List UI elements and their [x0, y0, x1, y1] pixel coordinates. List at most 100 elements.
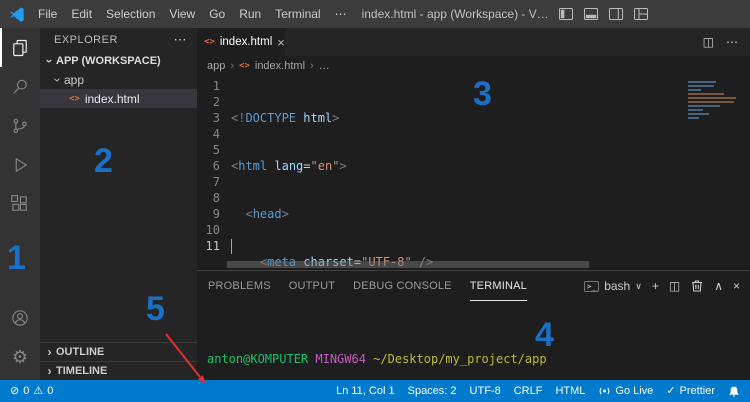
- toggle-sidebar-icon[interactable]: [559, 8, 573, 20]
- menu-go[interactable]: Go: [202, 7, 232, 21]
- chevron-down-icon: ∨: [635, 281, 642, 292]
- chevron-right-icon: ›: [43, 345, 56, 359]
- vscode-window: File Edit Selection View Go Run Terminal…: [0, 0, 750, 402]
- activity-bar: ⚙: [0, 28, 40, 380]
- line-number-gutter[interactable]: 1234567891011: [197, 76, 227, 270]
- tab-close-icon[interactable]: ×: [277, 36, 285, 49]
- menu-selection[interactable]: Selection: [99, 7, 162, 21]
- explorer-actions-more-icon[interactable]: ⋯: [174, 32, 188, 48]
- source-control-icon: [10, 116, 30, 136]
- go-live-label: Go Live: [615, 385, 653, 397]
- extensions-icon: [10, 194, 30, 214]
- code-line[interactable]: <html lang="en">: [231, 158, 750, 174]
- panel-tab-debug-console[interactable]: DEBUG CONSOLE: [353, 271, 452, 301]
- chevron-right-icon: ›: [310, 60, 314, 72]
- new-terminal-icon[interactable]: +: [652, 279, 659, 293]
- timeline-section[interactable]: › TIMELINE: [40, 361, 197, 380]
- explorer-header: EXPLORER ⋯: [40, 28, 197, 51]
- title-bar: File Edit Selection View Go Run Terminal…: [0, 0, 750, 28]
- menu-edit[interactable]: Edit: [64, 7, 99, 21]
- activity-bar-bottom: ⚙: [0, 298, 40, 380]
- panel-tab-terminal[interactable]: TERMINAL: [470, 271, 527, 301]
- workspace-label: APP (WORKSPACE): [56, 55, 161, 67]
- maximize-panel-icon[interactable]: ∧: [714, 279, 723, 293]
- cursor-position[interactable]: Ln 11, Col 1: [336, 385, 395, 397]
- notifications-bell-icon[interactable]: [728, 385, 740, 397]
- vscode-logo-icon: [9, 6, 25, 22]
- editor-more-actions-icon[interactable]: ⋯: [726, 35, 738, 49]
- bottom-panel: PROBLEMS OUTPUT DEBUG CONSOLE TERMINAL >…: [197, 270, 750, 380]
- error-count: 0: [23, 385, 29, 397]
- panel-tab-problems[interactable]: PROBLEMS: [208, 271, 271, 301]
- menu-view[interactable]: View: [162, 7, 202, 21]
- close-panel-icon[interactable]: ×: [733, 279, 740, 293]
- breadcrumb-more[interactable]: …: [319, 60, 330, 72]
- activity-extensions-button[interactable]: [0, 184, 40, 223]
- eol-setting[interactable]: CRLF: [514, 385, 543, 397]
- tab-label: index.html: [220, 36, 272, 48]
- outline-section[interactable]: › OUTLINE: [40, 342, 197, 361]
- customize-layout-icon[interactable]: [634, 8, 648, 20]
- tab-bar: <> index.html × ◫ ⋯: [197, 28, 750, 56]
- chevron-right-icon: ›: [230, 60, 234, 72]
- activity-source-control-button[interactable]: [0, 106, 40, 145]
- menu-terminal[interactable]: Terminal: [268, 7, 327, 21]
- activity-settings-button[interactable]: ⚙: [0, 337, 40, 376]
- text-cursor: [231, 239, 232, 254]
- menu-overflow-icon[interactable]: ⋯: [328, 7, 354, 21]
- editor-actions: ◫ ⋯: [703, 28, 750, 56]
- account-icon: [10, 308, 30, 328]
- folder-row-app[interactable]: › app: [40, 70, 197, 89]
- split-terminal-icon[interactable]: ◫: [669, 279, 680, 293]
- code-line[interactable]: <head>: [231, 206, 750, 222]
- shell-name: bash: [604, 279, 630, 293]
- terminal-line: anton@KOMPUTER MINGW64 ~/Desktop/my_proj…: [207, 350, 750, 368]
- code-line[interactable]: <!DOCTYPE html>: [231, 110, 750, 126]
- activity-account-button[interactable]: [0, 298, 40, 337]
- breadcrumb: app › <> index.html › …: [197, 56, 750, 76]
- activity-explorer-button[interactable]: [0, 28, 40, 67]
- toggle-secondary-sidebar-icon[interactable]: [609, 8, 623, 20]
- file-row-index-html[interactable]: <> index.html: [40, 89, 197, 108]
- formatter-prettier[interactable]: ✓ Prettier: [666, 385, 715, 397]
- panel-tab-output[interactable]: OUTPUT: [289, 271, 335, 301]
- error-icon: ⊘: [10, 386, 19, 397]
- breadcrumb-folder[interactable]: app: [207, 60, 225, 72]
- html-file-icon: <>: [69, 94, 80, 104]
- main-area: ⚙ EXPLORER ⋯ › APP (WORKSPACE) › app <> …: [0, 28, 750, 380]
- warning-icon: ⚠: [33, 386, 43, 397]
- problems-indicator[interactable]: ⊘ 0 ⚠ 0: [10, 385, 53, 397]
- toggle-panel-icon[interactable]: [584, 8, 598, 20]
- language-mode[interactable]: HTML: [555, 385, 585, 397]
- files-icon: [10, 38, 30, 58]
- prettier-label: Prettier: [680, 385, 715, 397]
- code-editor[interactable]: 1234567891011 <!DOCTYPE html> <html lang…: [197, 76, 750, 270]
- titlebar-layout-controls: [559, 8, 744, 20]
- terminal-icon: >_: [584, 281, 600, 292]
- menu-run[interactable]: Run: [232, 7, 268, 21]
- horizontal-scrollbar[interactable]: [227, 261, 589, 268]
- workspace-row[interactable]: › APP (WORKSPACE): [40, 51, 197, 70]
- broadcast-icon: [598, 386, 611, 397]
- encoding-setting[interactable]: UTF-8: [470, 385, 501, 397]
- search-icon: [10, 77, 30, 97]
- outline-label: OUTLINE: [56, 346, 104, 358]
- activity-debug-button[interactable]: [0, 145, 40, 184]
- terminal-shell-selector[interactable]: >_ bash ∨: [584, 279, 642, 293]
- breadcrumb-file[interactable]: index.html: [255, 60, 305, 72]
- minimap[interactable]: [688, 81, 742, 119]
- html-file-icon: <>: [239, 61, 250, 71]
- go-live-button[interactable]: Go Live: [598, 385, 653, 397]
- kill-terminal-trash-icon[interactable]: [690, 279, 704, 293]
- code-content[interactable]: <!DOCTYPE html> <html lang="en"> <head> …: [227, 76, 750, 270]
- split-editor-icon[interactable]: ◫: [703, 35, 714, 49]
- activity-search-button[interactable]: [0, 67, 40, 106]
- check-icon: ✓: [666, 386, 675, 397]
- indentation-setting[interactable]: Spaces: 2: [408, 385, 457, 397]
- tab-index-html[interactable]: <> index.html ×: [197, 28, 285, 56]
- window-title: index.html - app (Workspace) - Visual St…: [354, 7, 559, 21]
- gear-icon: ⚙: [12, 348, 28, 366]
- chevron-right-icon: ›: [43, 364, 56, 378]
- menu-file[interactable]: File: [31, 7, 64, 21]
- panel-header: PROBLEMS OUTPUT DEBUG CONSOLE TERMINAL >…: [197, 271, 750, 301]
